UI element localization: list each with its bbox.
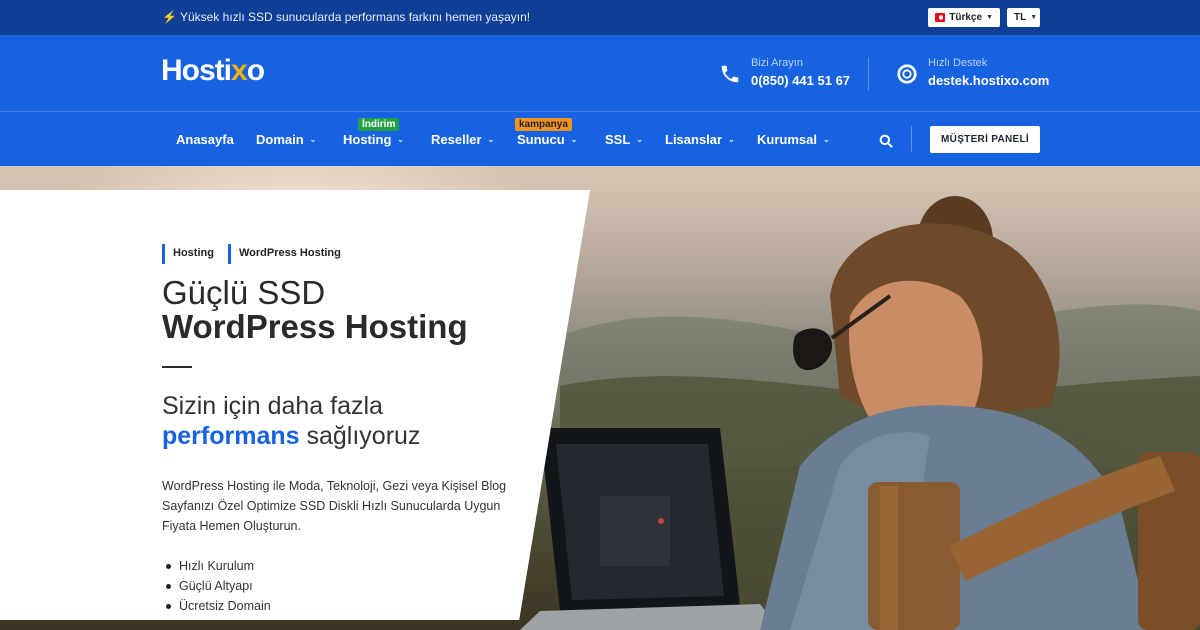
support-url: destek.hostixo.com: [928, 73, 1050, 88]
chevron-down-icon: ⌄: [487, 135, 495, 144]
bullet-icon: [166, 563, 171, 569]
feature-item: Ücretsiz Domain: [166, 596, 271, 616]
caret-down-icon: ▼: [1030, 14, 1038, 21]
feature-label: Güçlü Altyapı: [179, 579, 253, 593]
chevron-down-icon: ⌄: [728, 135, 735, 144]
bullet-icon: [166, 603, 171, 609]
nav-label: Anasayfa: [176, 132, 234, 147]
bullet-icon: [166, 583, 171, 589]
hero-section: Hosting WordPress Hosting Güçlü SSD Word…: [0, 166, 1200, 630]
announcement-label: Yüksek hızlı SSD sunucularda performans …: [179, 10, 531, 24]
chevron-down-icon: ⌄: [397, 135, 405, 144]
announcement-text: ⚡ Yüksek hızlı SSD sunucularda performans…: [162, 10, 530, 24]
chevron-down-icon: ⌄: [822, 135, 830, 144]
nav-label: Kurumsal: [757, 132, 817, 147]
logo-text-part: o: [246, 54, 265, 87]
hero-content-card: Hosting WordPress Hosting Güçlü SSD Word…: [0, 190, 590, 620]
phone-icon: [721, 65, 739, 83]
search-icon[interactable]: [879, 134, 893, 148]
nav-label: Domain: [256, 132, 304, 147]
subtitle-highlight: performans: [162, 422, 300, 450]
nav-item-reseller[interactable]: Reseller ⌄: [431, 132, 494, 147]
hero-description: WordPress Hosting ile Moda, Teknoloji, G…: [162, 479, 507, 533]
nav-item-ssl[interactable]: SSL ⌄: [605, 132, 643, 147]
language-selector[interactable]: Türkçe ▼: [928, 8, 1000, 27]
nav-label: Hosting: [343, 132, 392, 147]
phone-number: 0(850) 441 51 67: [751, 73, 851, 88]
feature-list: Hızlı Kurulum Güçlü Altyapı Ücretsiz Dom…: [166, 556, 271, 616]
discount-badge: İndirim: [358, 118, 400, 131]
nav-label: Lisanslar: [665, 132, 723, 147]
lightning-icon: ⚡: [162, 10, 177, 24]
nav-item-hosting[interactable]: Hosting ⌄: [343, 132, 404, 147]
nav-label: SSL: [605, 132, 631, 147]
phone-contact[interactable]: Bizi Arayın 0(850) 441 51 67: [719, 57, 859, 93]
tag-wordpress-hosting[interactable]: WordPress Hosting: [228, 244, 349, 264]
chevron-down-icon: ⌄: [309, 135, 317, 144]
nav-label: Sunucu: [517, 132, 565, 147]
logo-text-part: Hosti: [161, 54, 232, 87]
lifebuoy-icon: [897, 64, 917, 84]
tag-hosting[interactable]: Hosting: [162, 244, 222, 264]
campaign-badge: kampanya: [515, 118, 572, 131]
nav-divider: [911, 126, 912, 152]
site-header: Hostixo Bizi Arayın 0(850) 441 51 67 Hız…: [0, 35, 1200, 112]
subtitle-rest: sağlıyoruz: [299, 422, 421, 450]
language-label: Türkçe: [949, 12, 983, 23]
title-divider: [162, 366, 192, 368]
announcement-bar: ⚡ Yüksek hızlı SSD sunucularda performans…: [0, 0, 1200, 35]
phone-label: Bizi Arayın: [751, 57, 803, 69]
feature-item: Hızlı Kurulum: [166, 556, 271, 576]
feature-label: Hızlı Kurulum: [179, 559, 255, 573]
main-navigation: Anasayfa Domain ⌄ İndirim Hosting ⌄ Resell…: [0, 112, 1200, 166]
support-label: Hızlı Destek: [928, 57, 988, 69]
feature-label: Ücretsiz Domain: [179, 599, 271, 613]
chevron-down-icon: ⌄: [570, 135, 578, 144]
nav-item-sunucu[interactable]: Sunucu ⌄: [517, 132, 577, 147]
hero-title-line1: Güçlü SSD: [162, 274, 326, 311]
caret-down-icon: ▼: [986, 14, 993, 21]
hostixo-logo[interactable]: Hostixo: [161, 54, 265, 88]
hero-title-line2: WordPress Hosting: [162, 308, 468, 345]
support-contact[interactable]: Hızlı Destek destek.hostixo.com: [896, 57, 1056, 93]
currency-selector[interactable]: TL ▼: [1007, 8, 1040, 27]
nav-label: Reseller: [431, 132, 482, 147]
hero-subtitle-line1: Sizin için daha fazla: [162, 392, 383, 420]
nav-item-kurumsal[interactable]: Kurumsal ⌄: [757, 132, 830, 147]
currency-label: TL: [1014, 12, 1027, 23]
nav-item-anasayfa[interactable]: Anasayfa: [176, 132, 234, 147]
nav-item-lisanslar[interactable]: Lisanslar ⌄: [665, 132, 735, 147]
customer-panel-button[interactable]: MÜŞTERİ PANELİ: [930, 126, 1040, 153]
logo-text-accent: x: [231, 54, 248, 87]
feature-item: Güçlü Altyapı: [166, 576, 271, 596]
header-divider: [868, 57, 869, 91]
nav-item-domain[interactable]: Domain ⌄: [256, 132, 316, 147]
hero-subtitle-line2: performans sağlıyoruz: [162, 422, 420, 451]
turkey-flag-icon: [935, 13, 946, 22]
chevron-down-icon: ⌄: [636, 135, 643, 144]
